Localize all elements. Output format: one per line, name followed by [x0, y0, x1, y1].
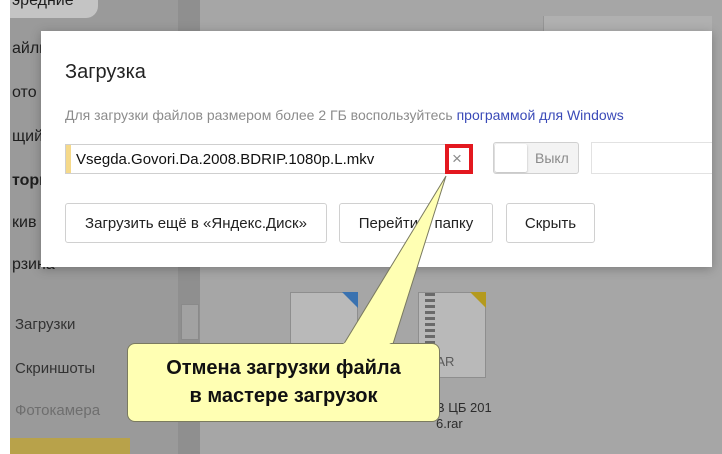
screenshot-frame: эредние айлы ото щий тори кив рзина Загр… [0, 0, 722, 454]
callout-pointer-cover [343, 330, 391, 344]
callout-pointer-join [343, 330, 391, 344]
